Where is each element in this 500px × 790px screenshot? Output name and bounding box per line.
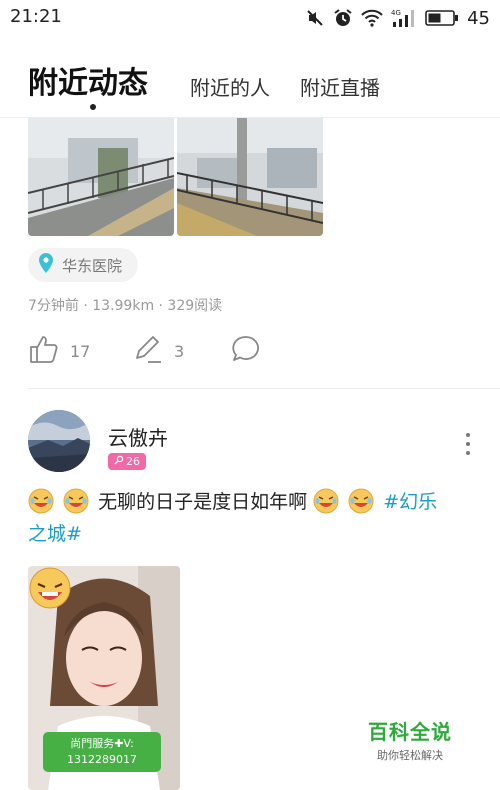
badge-number: 26 [126,455,140,468]
status-bar: 21:21 4G 45 [0,0,500,36]
post-photo-1[interactable] [28,118,174,236]
crying-laughing-emoji-icon [348,488,374,514]
message-button[interactable] [230,333,262,369]
comment-button[interactable]: 3 [132,333,184,369]
tab-nearby-people[interactable]: 附近的人 [190,72,270,101]
post-body: 无聊的日子是度日如年啊 [98,491,308,513]
like-count: 17 [70,341,91,361]
laughing-emoji-icon [28,488,54,514]
mute-icon [305,8,325,28]
hashtag-link-continued[interactable]: 之城# [28,523,82,545]
signal-icon: 4G [391,8,417,28]
svg-text:4G: 4G [391,9,401,17]
post-meta: 7分钟前 · 13.99km · 329阅读 [28,298,223,314]
chat-bubble-icon [230,333,262,369]
image-caption-line2: 1312289017 [67,753,137,766]
post-image[interactable]: 尚門服务✚V: 1312289017 [28,566,180,790]
post-divider [28,388,500,389]
watermark-title: 百科全说 [368,720,452,744]
more-options-button[interactable] [462,430,474,458]
status-time: 21:21 [10,6,62,27]
location-pin-icon [38,253,54,277]
user-level-badge: 26 [108,453,146,470]
username[interactable]: 云傲卉 [108,422,168,451]
crying-laughing-emoji-icon [313,488,339,514]
post-photo-2[interactable] [177,118,323,236]
location-label: 华东医院 [62,256,123,275]
alarm-icon [333,8,353,28]
active-tab-indicator [90,104,96,110]
laughing-sticker-icon [28,566,76,614]
wifi-icon [361,9,383,27]
hashtag-link[interactable]: #幻乐 [383,491,437,513]
battery-level: 45 [467,7,490,29]
like-button[interactable]: 17 [28,333,90,369]
tab-nearby-feed[interactable]: 附近动态 [28,58,148,102]
watermark-subtitle: 助你轻松解决 [377,749,443,762]
status-icons: 4G 45 [305,6,490,30]
image-caption-line1: 尚門服务✚V: [70,737,134,750]
comment-count: 3 [174,341,185,361]
avatar[interactable] [28,410,90,472]
pencil-icon [132,333,164,369]
laughing-emoji-icon [63,488,89,514]
watermark-logo: 百科全说 助你轻松解决 [350,716,470,763]
location-chip[interactable]: 华东医院 [28,248,139,282]
battery-icon [425,9,459,27]
post-text: 无聊的日子是度日如年啊 #幻乐 之城# [28,486,478,550]
top-tabs: 附近动态 附近的人 附近直播 [0,52,500,112]
tab-nearby-live[interactable]: 附近直播 [300,72,380,101]
gender-female-icon [114,455,124,468]
image-caption-tag: 尚門服务✚V: 1312289017 [43,732,161,772]
thumbs-up-icon [28,333,60,369]
